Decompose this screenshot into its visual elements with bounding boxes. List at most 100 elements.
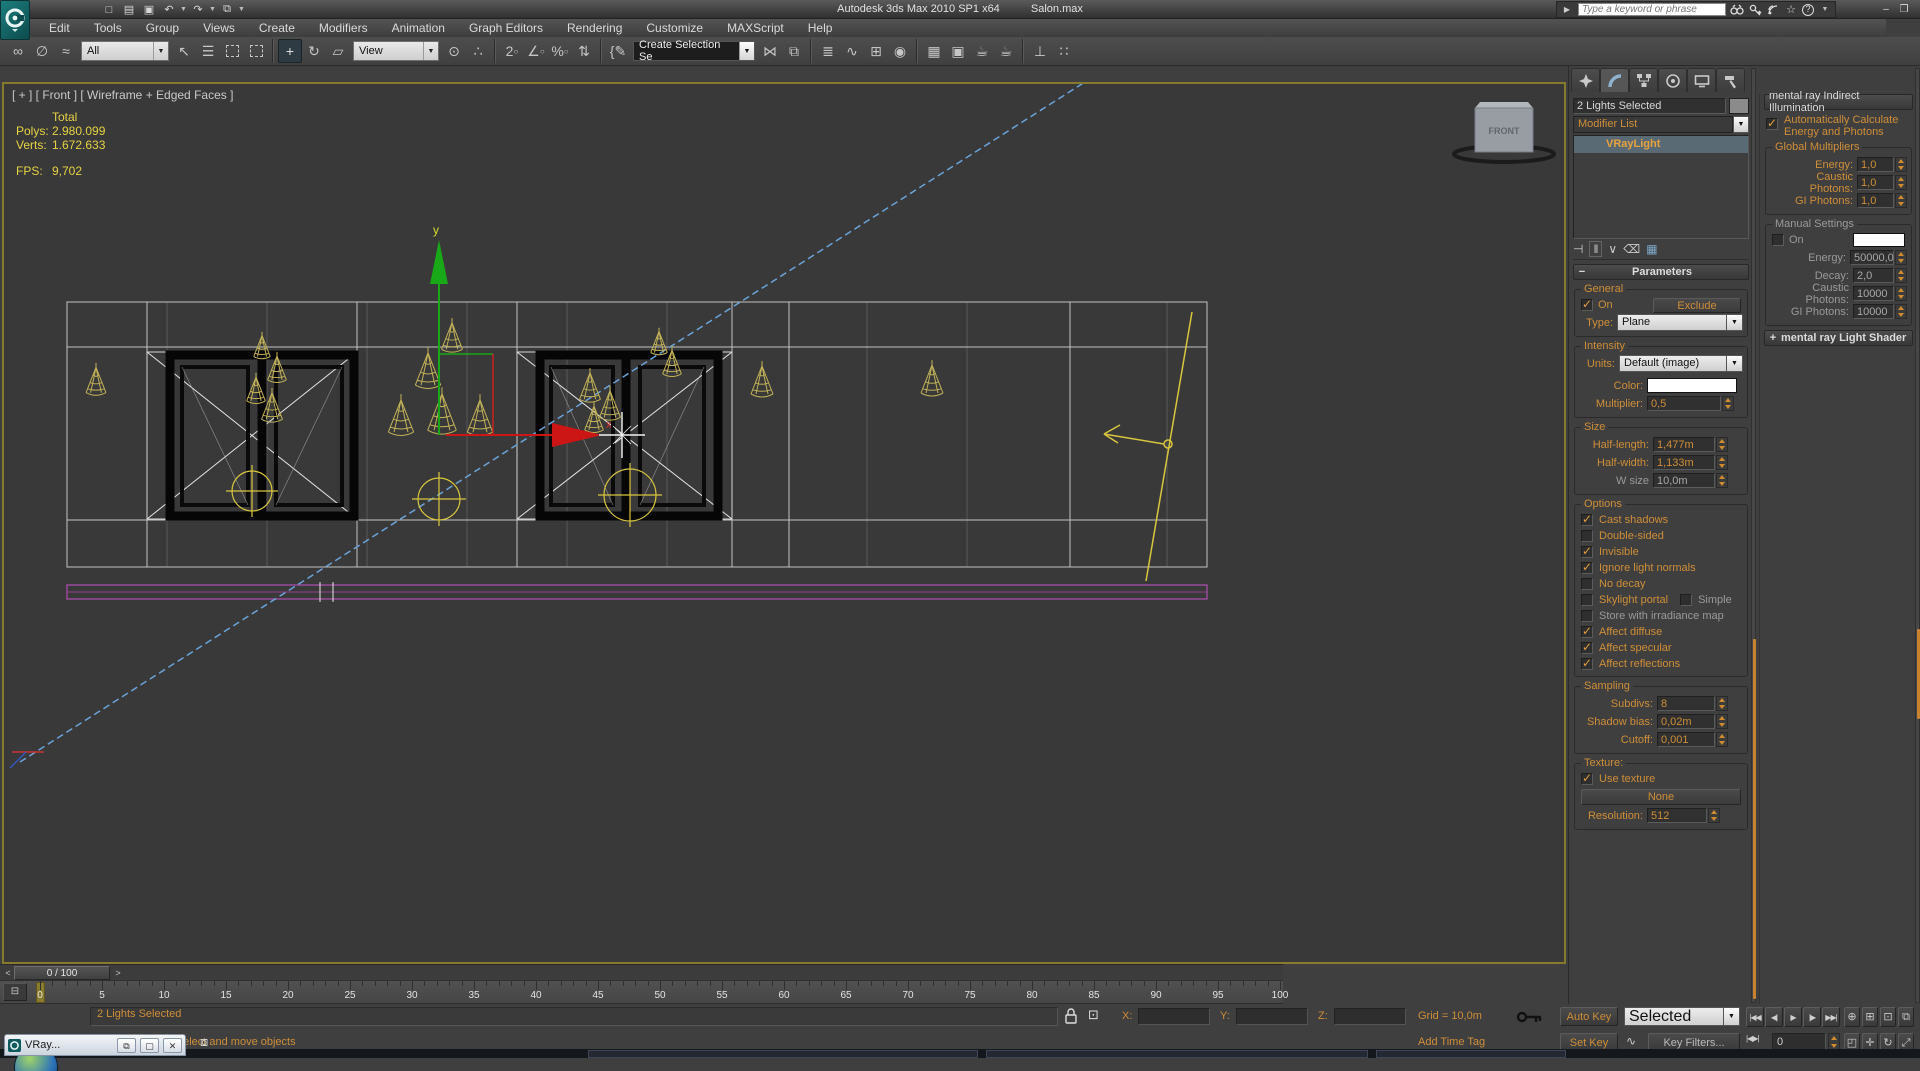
menu-modifiers[interactable]: Modifiers <box>308 19 379 37</box>
type-dropdown[interactable]: Plane ▼ <box>1617 314 1743 331</box>
param-spinner[interactable] <box>1895 250 1907 265</box>
goto-start-button[interactable]: |◀◀ <box>1746 1007 1764 1027</box>
tab-modify[interactable] <box>1600 68 1629 92</box>
units-dropdown[interactable]: Default (image) ▼ <box>1619 355 1743 372</box>
select-by-name-icon[interactable]: ☰ <box>196 39 220 63</box>
chandelier-lamp[interactable] <box>466 394 494 437</box>
tab-create[interactable] <box>1571 68 1600 92</box>
chevron-down-icon[interactable]: ▼ <box>739 42 754 60</box>
select-and-link-icon[interactable]: ∞ <box>6 39 30 63</box>
render-iterative-icon[interactable]: ☕ <box>994 39 1018 63</box>
option-checkbox-invisible[interactable] <box>1581 544 1593 558</box>
menu-group[interactable]: Group <box>135 19 190 37</box>
exclude-button[interactable]: Exclude <box>1653 297 1741 313</box>
select-and-rotate-icon[interactable]: ↻ <box>302 39 326 63</box>
key-mode-dropdown[interactable]: Selected ▼ <box>1624 1007 1740 1026</box>
panel-scrollbar-right[interactable] <box>1915 68 1920 1003</box>
param-spinner[interactable] <box>1895 175 1907 190</box>
viewport-front[interactable]: y x FRONT [ + ] [ Front ] [ Wireframe + … <box>2 82 1566 964</box>
material-editor-icon[interactable]: ◉ <box>888 39 912 63</box>
option-checkbox-ignore-light-normals[interactable] <box>1581 560 1593 574</box>
option-checkbox-no-decay[interactable] <box>1581 578 1593 590</box>
param-spinner[interactable] <box>1716 473 1728 488</box>
chandelier-wireframes[interactable] <box>85 317 944 437</box>
remove-modifier-icon[interactable]: ⌫ <box>1623 242 1640 256</box>
edit-named-selection-sets-icon[interactable]: {✎ <box>606 39 630 63</box>
light-color-swatch[interactable] <box>1647 378 1737 393</box>
chandelier-lamp[interactable] <box>920 360 944 397</box>
isolate-cube-icon[interactable]: ⧇ <box>200 1034 208 1050</box>
option-checkbox-store-with-irradiance-map[interactable] <box>1581 610 1593 622</box>
param-field-gi-photons-[interactable]: 1,0 <box>1857 193 1894 208</box>
favorites-star-icon[interactable]: ☆ <box>1784 3 1798 16</box>
param-field-subdivs-[interactable]: 8 <box>1657 696 1715 711</box>
unlink-selection-icon[interactable]: ∅ <box>30 39 54 63</box>
app-logo-button[interactable] <box>0 0 30 40</box>
on-checkbox[interactable] <box>1581 297 1593 311</box>
selection-filter-dropdown[interactable]: All ▼ <box>81 41 169 61</box>
select-and-scale-icon[interactable]: ▱ <box>326 39 350 63</box>
viewcube[interactable]: FRONT <box>1452 102 1556 164</box>
param-spinner[interactable] <box>1716 455 1728 470</box>
chevron-down-icon[interactable]: ▼ <box>153 42 168 60</box>
chandelier-lamp[interactable] <box>427 387 457 435</box>
zoom-all-icon[interactable]: ⊞ <box>1862 1007 1878 1027</box>
zoom-icon[interactable]: ⊕ <box>1844 1007 1860 1027</box>
mirror-icon[interactable]: ⋈ <box>758 39 782 63</box>
use-texture-checkbox[interactable] <box>1581 771 1593 785</box>
minimize-window-icon[interactable]: ▢ <box>140 1037 159 1053</box>
select-object-icon[interactable]: ↖ <box>172 39 196 63</box>
chandelier-lamp[interactable] <box>599 385 621 421</box>
time-slider-handle[interactable]: 0 / 100 <box>14 966 110 980</box>
panel-scrollbar-left[interactable] <box>1751 68 1756 1003</box>
taskbar-item[interactable] <box>588 1050 978 1058</box>
named-selection-combo[interactable]: Create Selection Se ▼ <box>633 39 755 63</box>
param-spinner[interactable] <box>1895 193 1907 208</box>
chandelier-lamp[interactable] <box>85 362 107 396</box>
help-icon[interactable]: ? <box>1802 3 1814 16</box>
option-checkbox-affect-specular[interactable] <box>1581 640 1593 654</box>
tab-utilities[interactable] <box>1716 68 1745 92</box>
previous-frame-button[interactable]: ◀| <box>1765 1007 1783 1027</box>
taskbar-item[interactable] <box>1376 1050 1566 1058</box>
restore-window-icon[interactable]: ⧉ <box>117 1037 136 1053</box>
manual-color-swatch[interactable] <box>1853 233 1905 247</box>
configure-modifier-sets-icon[interactable]: ▦ <box>1646 242 1657 256</box>
set-keys-key-icon[interactable] <box>1516 1010 1542 1029</box>
close-button[interactable]: × <box>1916 4 1920 15</box>
angle-snap-icon[interactable]: ∠ ○ <box>524 39 548 63</box>
restore-button[interactable]: ❐ <box>1898 4 1910 15</box>
param-field-cutoff-[interactable]: 0,001 <box>1657 732 1715 747</box>
object-name-field[interactable]: 2 Lights Selected <box>1573 98 1726 114</box>
auto-key-button[interactable]: Auto Key <box>1560 1007 1618 1026</box>
option-checkbox-skylight-portal[interactable] <box>1581 594 1593 606</box>
param-field-decay-[interactable]: 2,0 <box>1852 268 1894 283</box>
scene-explorer-icon[interactable]: ∷ <box>1052 39 1076 63</box>
window-crossing-icon[interactable] <box>244 39 268 63</box>
param-field-shadow-bias-[interactable]: 0,02m <box>1657 714 1715 729</box>
param-spinner[interactable] <box>1716 696 1728 711</box>
param-field-half-width-[interactable]: 1,133m <box>1653 455 1715 470</box>
param-field-half-length-[interactable]: 1,477m <box>1653 437 1715 452</box>
rendered-frame-window-icon[interactable]: ▣ <box>946 39 970 63</box>
param-field-w-size[interactable]: 10,0m <box>1653 473 1715 488</box>
y-coordinate-field[interactable] <box>1236 1008 1308 1025</box>
resolution-spinner[interactable] <box>1708 808 1720 823</box>
menu-tools[interactable]: Tools <box>83 19 133 37</box>
snaps-toggle-icon[interactable]: 2 ○ <box>500 39 524 63</box>
chevron-down-icon[interactable]: ▼ <box>423 42 438 60</box>
option-checkbox-affect-reflections[interactable] <box>1581 656 1593 670</box>
option-checkbox-simple[interactable] <box>1680 594 1693 606</box>
param-spinner[interactable] <box>1895 304 1907 319</box>
menu-customize[interactable]: Customize <box>635 19 714 37</box>
subscription-key-icon[interactable] <box>1748 3 1762 16</box>
zoom-extents-icon[interactable]: ⊡ <box>1880 1007 1896 1027</box>
select-and-manipulate-icon[interactable]: ∴ <box>466 39 490 63</box>
key-step-icon[interactable]: |◀▶| <box>1746 1034 1760 1043</box>
add-time-tag[interactable]: Add Time Tag <box>1418 1036 1485 1048</box>
param-field-caustic-photons-[interactable]: 10000 <box>1852 286 1894 301</box>
play-button[interactable]: ▶ <box>1784 1007 1802 1027</box>
tab-display[interactable] <box>1687 68 1716 92</box>
minimize-button[interactable]: – <box>1880 4 1892 15</box>
render-production-icon[interactable]: ☕ <box>970 39 994 63</box>
